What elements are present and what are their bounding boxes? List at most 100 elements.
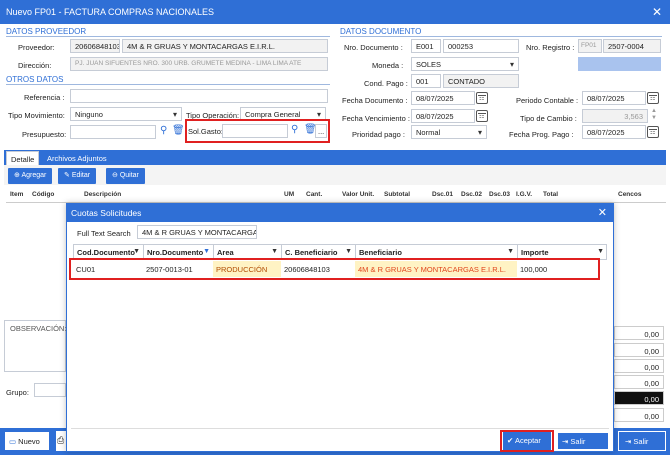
dialog-salir-label: Salir: [570, 437, 586, 446]
tab-detalle[interactable]: Detalle: [6, 151, 40, 165]
col-dsc01[interactable]: Dsc.01: [432, 191, 453, 198]
registro-prefix-field: FP01: [578, 39, 602, 53]
filter-icon[interactable]: ▼: [507, 248, 514, 255]
total-value: 0,00: [614, 326, 664, 340]
agregar-button[interactable]: ⊕ Agregar: [8, 168, 53, 184]
presupuesto-search-icon[interactable]: ⚲: [160, 125, 167, 136]
col-cencos[interactable]: Cencos: [618, 191, 641, 198]
col-beneficiario[interactable]: Beneficiario ▼: [356, 245, 518, 259]
col-cod-documento[interactable]: Cod.Documento ▼: [74, 245, 144, 259]
proveedor-name-field[interactable]: 4M & R GRUAS Y MONTACARGAS E.I.R.L.: [122, 39, 328, 53]
quitar-button[interactable]: ⊖ Quitar: [106, 168, 145, 184]
col-nro-documento-label: Nro.Documento: [147, 248, 204, 257]
filter-icon[interactable]: ▼: [133, 248, 140, 255]
agregar-label: Agregar: [21, 172, 47, 179]
col-valor-unit[interactable]: Valor Unit.: [342, 191, 374, 198]
referencia-input[interactable]: [70, 89, 328, 103]
divider: [6, 84, 330, 85]
filter-icon[interactable]: ▼: [271, 248, 278, 255]
col-dsc02[interactable]: Dsc.02: [461, 191, 482, 198]
fecha-prog-pago-input[interactable]: 08/07/2025: [582, 125, 646, 139]
grupo-input[interactable]: [34, 383, 66, 397]
referencia-label: Referencia :: [24, 93, 65, 102]
total-value: 0,00: [614, 408, 664, 422]
periodo-contable-calendar-icon[interactable]: [647, 92, 659, 104]
tipo-movimiento-select[interactable]: Ninguno: [70, 107, 182, 121]
col-item[interactable]: Item: [10, 191, 23, 198]
col-codigo[interactable]: Código: [32, 191, 54, 198]
col-area[interactable]: Area ▼: [214, 245, 282, 259]
window-close-icon[interactable]: ✕: [652, 5, 662, 19]
section-datos-proveedor: DATOS PROVEEDOR: [6, 27, 87, 36]
filter-icon[interactable]: ▼: [345, 248, 352, 255]
section-otros-datos: OTROS DATOS: [6, 75, 64, 84]
col-c-beneficiario[interactable]: C. Beneficiario ▼: [282, 245, 356, 259]
aceptar-button[interactable]: ✔ Aceptar: [503, 432, 551, 450]
col-total[interactable]: Total: [543, 191, 558, 198]
presupuesto-label: Presupuesto:: [22, 130, 67, 139]
col-descripcion[interactable]: Descripción: [84, 191, 121, 198]
periodo-contable-input[interactable]: 08/07/2025: [582, 91, 646, 105]
filter-icon[interactable]: ▼: [203, 248, 210, 255]
col-cant[interactable]: Cant.: [306, 191, 322, 198]
total-value: 0,00: [614, 343, 664, 357]
divider: [340, 36, 662, 37]
full-text-search-input[interactable]: 4M & R GRUAS Y MONTACARGAS: [137, 225, 257, 239]
presupuesto-input[interactable]: [70, 125, 156, 139]
editar-button[interactable]: ✎ Editar: [58, 168, 97, 184]
dialog-salir-button[interactable]: ⇥ Salir: [557, 432, 609, 450]
sol-gasto-search-icon[interactable]: ⚲: [291, 124, 298, 135]
moneda-select[interactable]: SOLES: [411, 57, 519, 71]
total-value: 0,00: [614, 359, 664, 373]
col-dsc03[interactable]: Dsc.03: [489, 191, 510, 198]
prioridad-pago-label: Prioridad pago :: [352, 130, 405, 139]
cuotas-solicitudes-dialog: Cuotas Solicitudes ✕ Full Text Search 4M…: [66, 203, 614, 452]
col-nro-documento[interactable]: Nro.Documento ▼: [144, 245, 214, 259]
col-importe[interactable]: Importe ▼: [518, 245, 607, 259]
full-text-search-label: Full Text Search: [77, 229, 131, 238]
divider: [71, 428, 609, 429]
tab-archivos-adjuntos[interactable]: Archivos Adjuntos: [43, 151, 111, 165]
col-beneficiario-label: Beneficiario: [359, 248, 402, 257]
sol-gasto-input[interactable]: [222, 124, 288, 138]
total-value: 0,00: [614, 375, 664, 389]
moneda-label: Moneda :: [372, 61, 404, 70]
serie-input[interactable]: E001: [411, 39, 441, 53]
numero-input[interactable]: 000253: [443, 39, 519, 53]
minus-icon: ⊖: [112, 172, 120, 179]
fecha-vencimiento-input[interactable]: 08/07/2025: [411, 109, 475, 123]
col-cod-documento-label: Cod.Documento: [77, 248, 135, 257]
nuevo-label: Nuevo: [18, 437, 40, 446]
direccion-field[interactable]: PJ. JUAN SIFUENTES NRO. 300 URB. GRUMETE…: [70, 57, 328, 71]
sol-gasto-label: Sol.Gasto:: [188, 127, 224, 136]
filter-icon[interactable]: ▼: [597, 248, 604, 255]
aceptar-label: Aceptar: [514, 436, 541, 445]
col-subtotal[interactable]: Subtotal: [384, 191, 410, 198]
tipo-cambio-spinner-icon[interactable]: ▲ ▼: [651, 108, 657, 122]
col-c-beneficiario-label: C. Beneficiario: [285, 248, 338, 257]
col-igv[interactable]: I.G.V.: [516, 191, 532, 198]
check-icon: ✔: [507, 436, 515, 445]
nro-documento-label: Nro. Documento :: [344, 43, 403, 52]
tipo-cambio-label: Tipo de Cambio :: [520, 114, 577, 123]
printer-icon: ⎙: [57, 435, 65, 445]
dialog-close-icon[interactable]: ✕: [598, 206, 607, 219]
presupuesto-delete-icon[interactable]: 🗑: [172, 125, 185, 136]
nuevo-button[interactable]: ▭ Nuevo: [4, 431, 50, 451]
proveedor-ruc-field[interactable]: 20606848103: [70, 39, 120, 53]
fecha-prog-pago-calendar-icon[interactable]: [647, 126, 659, 138]
fecha-vencimiento-calendar-icon[interactable]: [476, 110, 488, 122]
prioridad-pago-select[interactable]: Normal: [411, 125, 487, 139]
col-um[interactable]: UM: [284, 191, 294, 198]
fecha-documento-input[interactable]: 08/07/2025: [411, 91, 475, 105]
salir-main-button[interactable]: ⇥ Salir: [618, 431, 666, 451]
section-datos-documento: DATOS DOCUMENTO: [340, 27, 422, 36]
tipo-cambio-field[interactable]: 3,563: [582, 109, 648, 123]
fecha-documento-calendar-icon[interactable]: [476, 92, 488, 104]
sol-gasto-more-button[interactable]: ...: [315, 124, 327, 138]
cond-pago-code[interactable]: 001: [411, 74, 441, 88]
edit-icon: ✎: [64, 172, 72, 179]
grupo-label: Grupo:: [6, 388, 29, 397]
total-value: 0,00: [614, 391, 664, 405]
editar-label: Editar: [71, 172, 91, 179]
